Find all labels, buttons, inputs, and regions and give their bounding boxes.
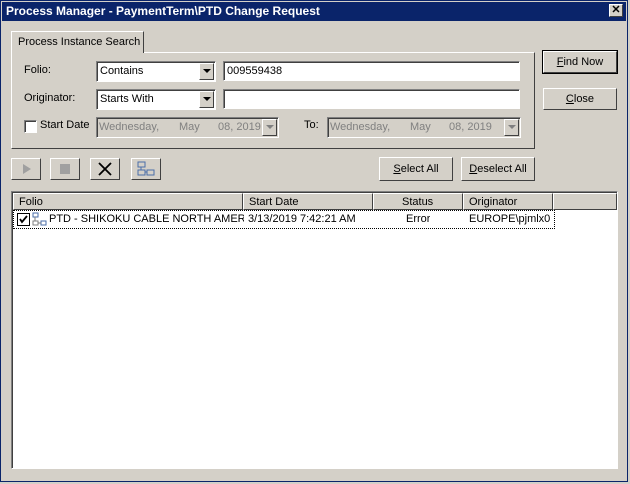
from-date-weekday: Wednesday,	[99, 121, 160, 133]
tab-process-instance-search[interactable]: Process Instance Search	[11, 31, 144, 53]
to-label: To:	[304, 119, 319, 131]
close-hotkey: C	[565, 93, 574, 105]
checkmark-icon	[19, 215, 28, 224]
row-status: Error	[406, 213, 431, 225]
search-panel: Folio: Contains 009559438 Originator: St…	[11, 52, 535, 149]
find-now-button[interactable]: Find Now	[542, 50, 618, 74]
folio-mode-value: Contains	[100, 65, 144, 77]
to-date-month: May	[410, 121, 431, 133]
delete-icon	[98, 162, 112, 176]
folio-input-value: 009559438	[227, 65, 283, 77]
find-now-label: ind Now	[563, 56, 604, 68]
from-date-month: May	[179, 121, 200, 133]
column-header-originator[interactable]: Originator	[463, 193, 553, 210]
select-all-hotkey: S	[393, 163, 401, 175]
close-window-button[interactable]: ✕	[609, 4, 623, 17]
chevron-down-icon[interactable]	[504, 119, 519, 136]
chevron-down-icon[interactable]	[262, 119, 277, 136]
deselect-all-hotkey: D	[469, 163, 478, 175]
window-title: Process Manager - PaymentTerm\PTD Change…	[6, 4, 320, 18]
column-header-filler	[553, 193, 617, 210]
originator-mode-select[interactable]: Starts With	[96, 89, 216, 110]
deselect-all-button[interactable]: Deselect All	[461, 157, 535, 181]
folio-input[interactable]: 009559438	[223, 61, 520, 81]
start-process-button[interactable]	[11, 158, 41, 180]
start-date-label: Start Date	[40, 119, 90, 131]
view-process-map-button[interactable]	[131, 158, 161, 180]
start-date-checkbox[interactable]	[24, 120, 37, 133]
table-row[interactable]: PTD - SHIKOKU CABLE NORTH AMERI... 3/13/…	[13, 210, 555, 229]
close-icon: ✕	[611, 4, 621, 16]
from-date-daynum: 08, 2019	[218, 121, 261, 133]
column-header-label: Originator	[469, 196, 518, 208]
originator-label: Originator:	[24, 92, 76, 104]
column-header-label: Start Date	[249, 196, 299, 208]
column-header-status[interactable]: Status	[373, 193, 463, 210]
column-header-label: Folio	[19, 196, 43, 208]
select-all-button[interactable]: Select All	[379, 157, 453, 181]
column-header-label: Status	[402, 196, 434, 208]
from-date-picker[interactable]: Wednesday, May 08, 2019	[96, 117, 279, 138]
close-button[interactable]: Close	[543, 88, 617, 110]
row-folio: PTD - SHIKOKU CABLE NORTH AMERI...	[49, 213, 244, 225]
chevron-down-icon[interactable]	[199, 91, 214, 108]
folio-label: Folio:	[24, 64, 51, 76]
close-label: lose	[573, 93, 595, 105]
select-all-label: elect All	[400, 163, 439, 175]
tab-label: Process Instance Search	[18, 36, 141, 48]
process-map-icon	[137, 161, 155, 176]
delete-process-button[interactable]	[90, 158, 120, 180]
row-start-date: 3/13/2019 7:42:21 AM	[248, 213, 356, 225]
to-date-daynum: 08, 2019	[449, 121, 492, 133]
title-bar[interactable]: Process Manager - PaymentTerm\PTD Change…	[2, 2, 626, 21]
play-icon	[23, 164, 31, 174]
process-manager-window: Process Manager - PaymentTerm\PTD Change…	[0, 0, 628, 482]
row-checkbox[interactable]	[17, 213, 30, 226]
stop-icon	[60, 164, 70, 174]
originator-mode-value: Starts With	[100, 93, 154, 105]
row-originator: EUROPE\pjmlx0	[469, 213, 551, 225]
folio-mode-select[interactable]: Contains	[96, 61, 216, 82]
deselect-all-label: eselect All	[477, 163, 527, 175]
column-header-folio[interactable]: Folio	[13, 193, 243, 210]
process-instance-icon	[32, 212, 47, 226]
column-header-start-date[interactable]: Start Date	[243, 193, 373, 210]
process-instance-list[interactable]: Folio Start Date Status Originator PTD -…	[11, 191, 618, 469]
stop-process-button[interactable]	[50, 158, 80, 180]
to-date-weekday: Wednesday,	[330, 121, 391, 133]
to-date-picker[interactable]: Wednesday, May 08, 2019	[327, 117, 521, 138]
originator-input[interactable]	[223, 89, 520, 109]
chevron-down-icon[interactable]	[199, 63, 214, 80]
